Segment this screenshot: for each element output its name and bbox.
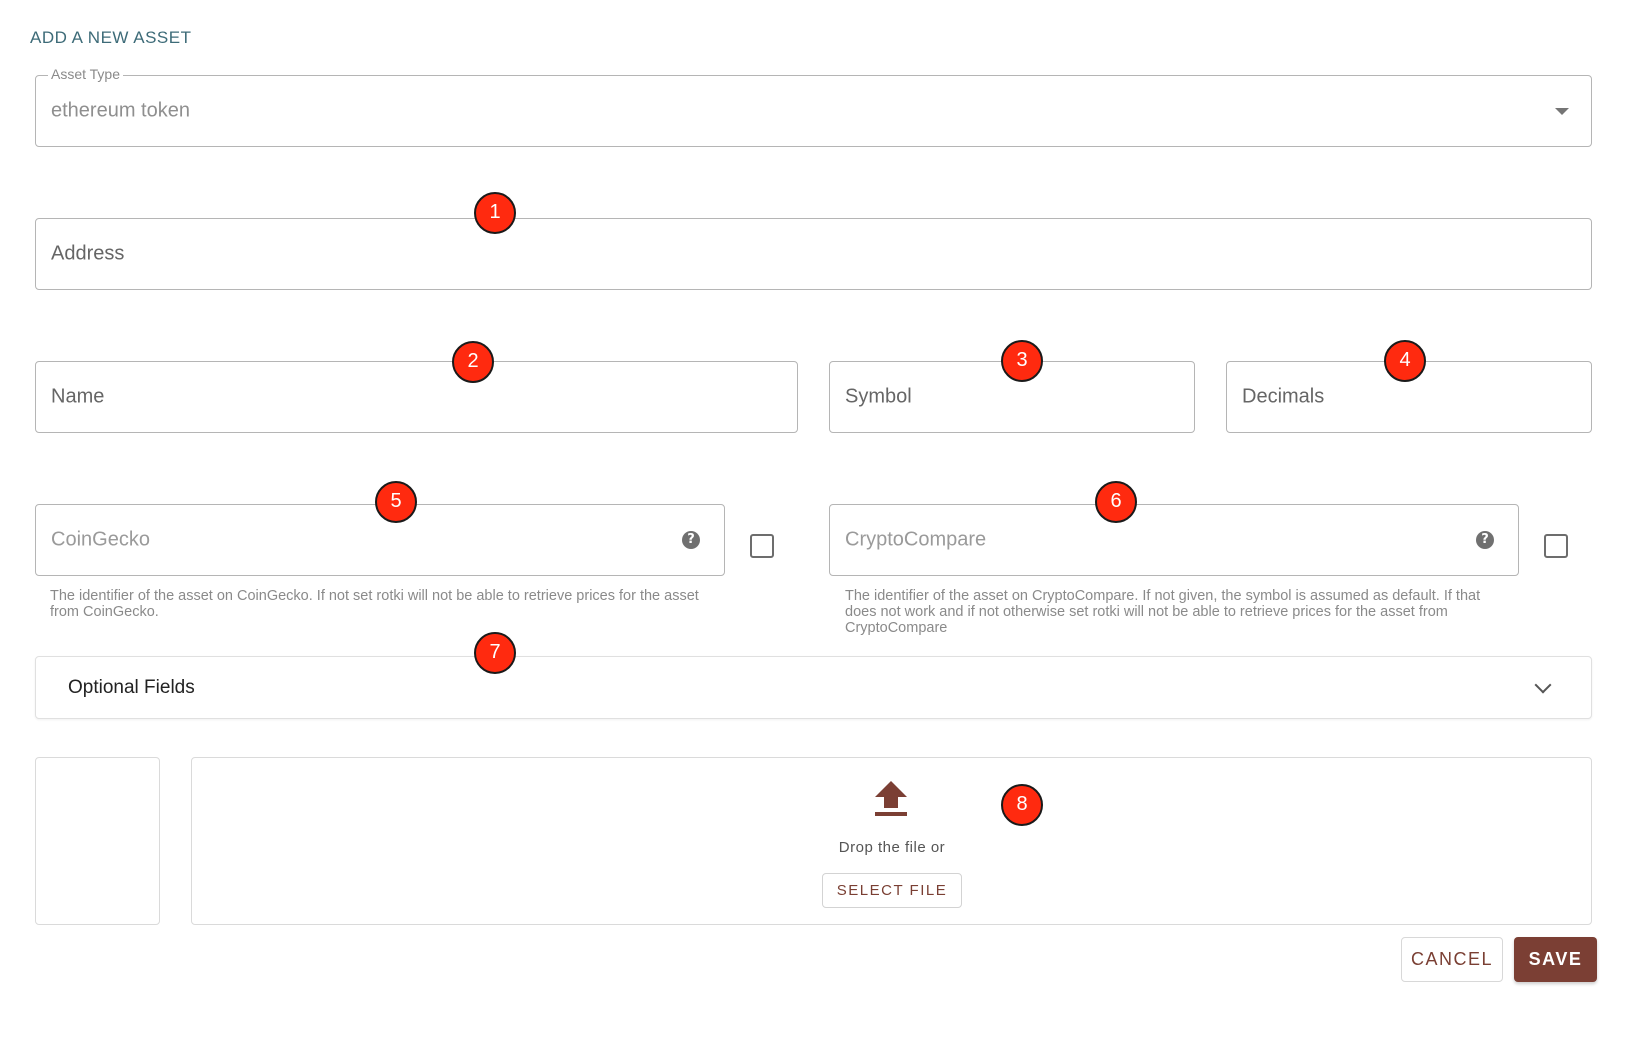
address-label: Address [51,242,125,265]
drop-text: Drop the file or [838,839,946,856]
annotation-badge-3: 3 [1001,340,1043,382]
asset-type-legend: Asset Type [48,66,124,82]
select-file-button[interactable]: SELECT FILE [822,873,962,908]
coingecko-label: CoinGecko [51,528,150,551]
question-circle-icon[interactable]: ? [1476,531,1494,549]
address-field[interactable]: Address [35,218,1592,290]
upload-icon [875,781,907,816]
annotation-badge-7: 7 [474,632,516,674]
annotation-badge-1: 1 [474,192,516,234]
asset-type-value: ethereum token [51,99,190,122]
coingecko-checkbox[interactable] [750,534,774,558]
cryptocompare-hint: The identifier of the asset on CryptoCom… [845,588,1481,636]
annotation-badge-6: 6 [1095,481,1137,523]
name-field[interactable]: Name [35,361,798,433]
optional-fields-title: Optional Fields [68,676,195,698]
save-button[interactable]: SAVE [1514,937,1597,982]
symbol-label: Symbol [845,385,912,408]
cryptocompare-label: CryptoCompare [845,528,987,551]
cancel-button[interactable]: CANCEL [1401,937,1503,982]
chevron-down-icon[interactable] [1534,676,1552,694]
coingecko-hint: The identifier of the asset on CoinGecko… [50,588,699,620]
name-label: Name [51,385,105,408]
cryptocompare-field[interactable]: CryptoCompare ? [829,504,1519,576]
annotation-badge-5: 5 [375,481,417,523]
annotation-badge-4: 4 [1384,340,1426,382]
asset-type-select[interactable]: Asset Type ethereum token [35,66,1592,147]
decimals-label: Decimals [1242,385,1325,408]
cryptocompare-checkbox[interactable] [1544,534,1568,558]
dialog-title: ADD A NEW ASSET [30,28,192,47]
optional-fields-panel[interactable]: Optional Fields [35,656,1592,719]
annotation-badge-8: 8 [1001,784,1043,826]
question-circle-icon[interactable]: ? [682,531,700,549]
add-asset-dialog: ADD A NEW ASSET Asset Type ethereum toke… [0,0,1630,1046]
caret-down-icon[interactable] [1555,108,1569,115]
annotation-badge-2: 2 [452,341,494,383]
